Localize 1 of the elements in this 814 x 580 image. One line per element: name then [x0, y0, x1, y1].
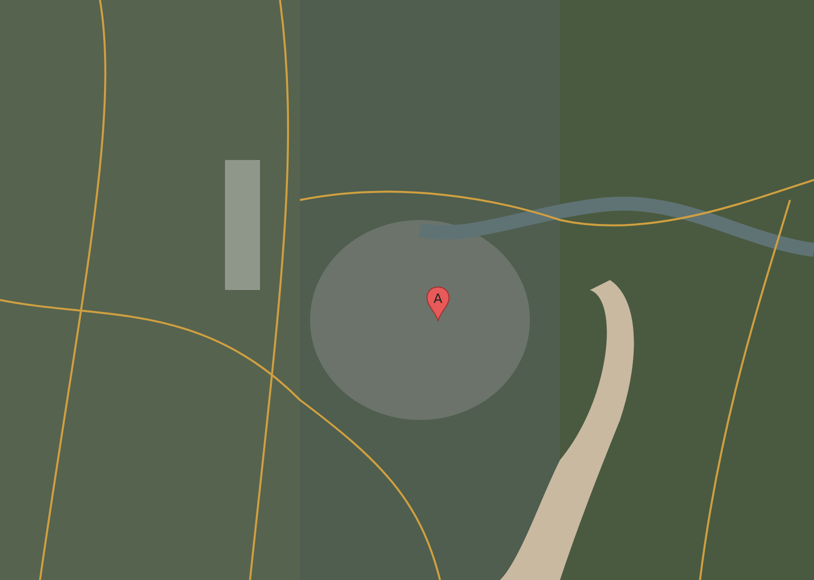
map-pin[interactable]: A: [426, 286, 450, 322]
